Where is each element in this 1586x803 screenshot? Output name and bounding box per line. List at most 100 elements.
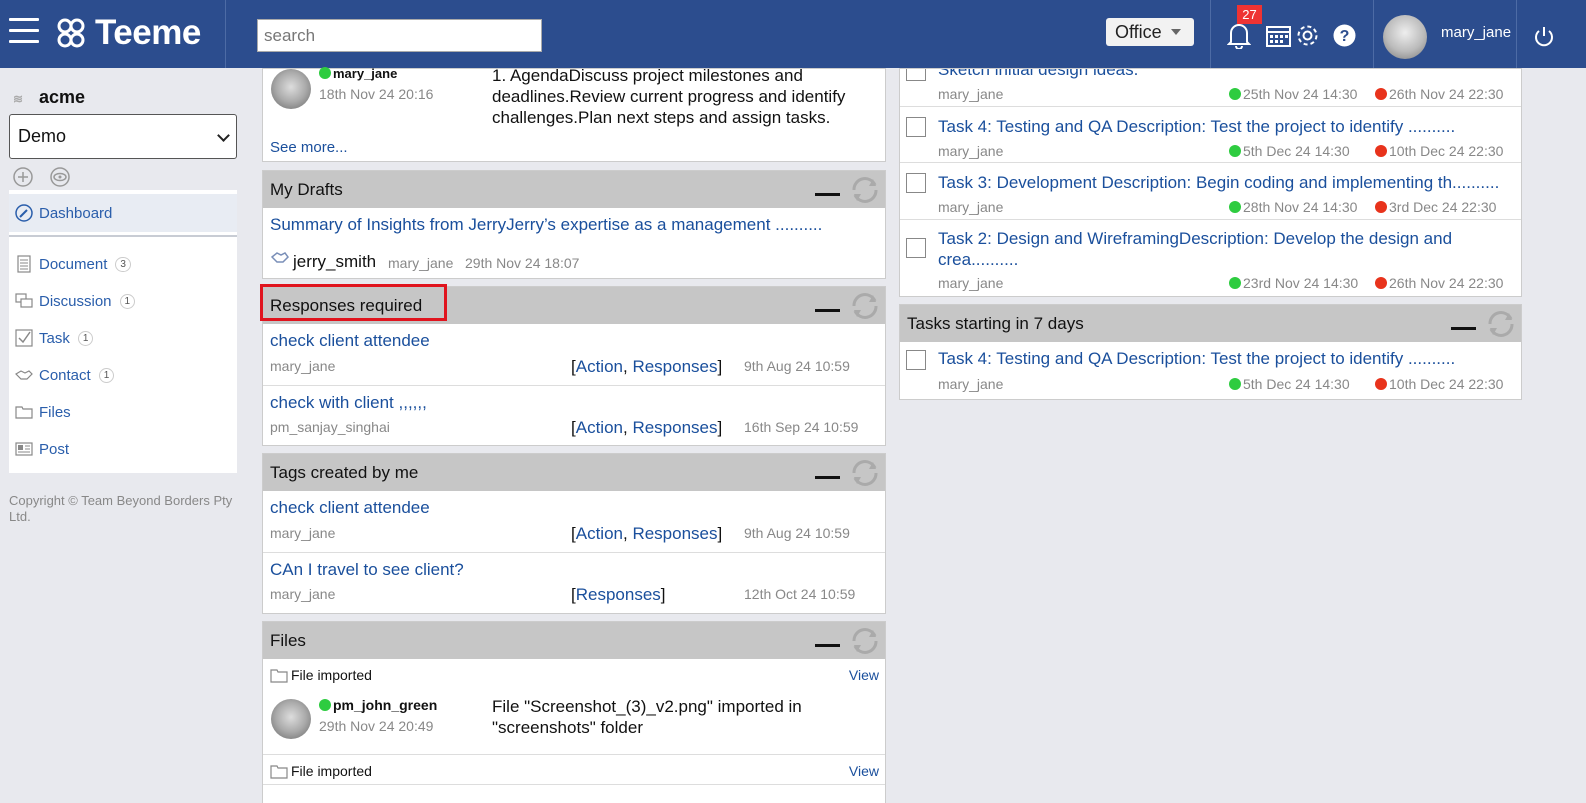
sidebar-item-dashboard[interactable]: Dashboard	[9, 194, 237, 232]
handshake-icon	[271, 252, 289, 263]
refresh-icon[interactable]	[849, 176, 881, 204]
item-user: mary_jane	[270, 358, 336, 374]
panel-header: Tags created by me	[263, 454, 885, 491]
item-user: pm_sanjay_singhai	[270, 419, 390, 435]
task-start: 23rd Nov 24 14:30	[1229, 275, 1358, 291]
author[interactable]: mary_jane	[319, 66, 397, 81]
user-avatar[interactable]	[1383, 15, 1427, 59]
username[interactable]: mary_jane	[1441, 24, 1511, 41]
minimize-icon[interactable]	[815, 644, 840, 647]
task-checkbox[interactable]	[906, 117, 926, 137]
refresh-icon[interactable]	[849, 627, 881, 655]
action-links: [Action, Responses]	[571, 357, 723, 376]
task-start-date: 28th Nov 24 14:30	[1243, 199, 1358, 215]
gear-icon[interactable]	[1295, 23, 1320, 48]
minimize-icon[interactable]	[815, 193, 840, 196]
help-icon[interactable]: ?	[1333, 24, 1356, 47]
sidebar-item-label: Discussion	[39, 292, 112, 310]
minimize-icon[interactable]	[1451, 327, 1476, 330]
task-title-link[interactable]: Task 2: Design and WireframingDescriptio…	[938, 228, 1498, 270]
item-title-link[interactable]: check with client ,,,,,,	[270, 393, 427, 413]
notification-badge: 27	[1237, 5, 1262, 24]
author-name: mary_jane	[333, 66, 398, 81]
view-link[interactable]: View	[849, 667, 879, 683]
power-icon[interactable]	[1533, 24, 1555, 48]
task-checkbox[interactable]	[906, 173, 926, 193]
item-title-link[interactable]: check client attendee	[270, 498, 430, 518]
responses-link[interactable]: Responses	[632, 357, 717, 376]
count-badge: 1	[98, 367, 115, 383]
task-user: mary_jane	[938, 86, 1004, 102]
panel-header: Files	[263, 622, 885, 659]
view-link[interactable]: View	[849, 763, 879, 779]
tasks-panel: Sketch initial design ideas. mary_jane 2…	[899, 68, 1522, 297]
online-status-icon	[319, 67, 331, 79]
sidebar-item-post[interactable]: Post	[15, 440, 69, 458]
task-start-date: 5th Dec 24 14:30	[1243, 376, 1350, 392]
task-checkbox[interactable]	[906, 350, 926, 370]
refresh-icon[interactable]	[1485, 310, 1517, 338]
files-panel: Files File imported View pm_john_green 2…	[262, 621, 886, 803]
action-link[interactable]: Action	[576, 418, 623, 437]
start-status-icon	[1229, 277, 1241, 289]
calendar-icon[interactable]	[1266, 24, 1291, 47]
draft-author: mary_jane	[388, 255, 454, 271]
brand-name: Teeme	[95, 13, 201, 52]
handshake-icon	[15, 370, 33, 380]
author[interactable]: pm_john_green	[319, 697, 437, 713]
responses-link[interactable]: Responses	[576, 585, 661, 604]
workspace-dropdown[interactable]: Office	[1106, 18, 1194, 46]
view-icon[interactable]	[50, 167, 70, 187]
minimize-icon[interactable]	[815, 309, 840, 312]
list-item: check client attendee mary_jane [Action,…	[263, 324, 885, 385]
responses-link[interactable]: Responses	[632, 418, 717, 437]
task-end-date: 3rd Dec 24 22:30	[1389, 199, 1497, 215]
see-more-link[interactable]: See more...	[270, 139, 348, 156]
task-row: Task 4: Testing and QA Description: Test…	[900, 106, 1521, 162]
task-end: 3rd Dec 24 22:30	[1375, 199, 1496, 215]
sidebar-item-task[interactable]: Task 1	[15, 329, 94, 347]
task-checkbox[interactable]	[906, 238, 926, 258]
sidebar-item-document[interactable]: Document 3	[15, 255, 131, 273]
highlight-box	[260, 284, 447, 321]
file-event-label: File imported	[291, 763, 372, 779]
my-drafts-panel: My Drafts Summary of Insights from Jerry…	[262, 170, 886, 279]
sidebar-item-contact[interactable]: Contact 1	[15, 366, 115, 384]
list-item: check with client ,,,,,, pm_sanjay_singh…	[263, 385, 885, 446]
space-select-value: Demo	[18, 126, 67, 146]
add-icon[interactable]	[13, 167, 33, 187]
task-title-link[interactable]: Task 4: Testing and QA Description: Test…	[938, 349, 1455, 369]
minimize-icon[interactable]	[815, 476, 840, 479]
item-title-link[interactable]: check client attendee	[270, 331, 430, 351]
post-date: 29th Nov 24 20:49	[319, 718, 434, 734]
draft-title-link[interactable]: Summary of Insights from JerryJerry’s ex…	[270, 215, 822, 235]
task-title-link[interactable]: Task 3: Development Description: Begin c…	[938, 173, 1499, 193]
task-title-link[interactable]: Task 4: Testing and QA Description: Test…	[938, 117, 1455, 137]
org-icon: ≋	[13, 91, 24, 106]
panel-title: My Drafts	[270, 180, 343, 199]
responses-link[interactable]: Responses	[632, 524, 717, 543]
contact-name[interactable]: jerry_smith	[293, 252, 376, 272]
sidebar-item-discussion[interactable]: Discussion 1	[15, 292, 136, 310]
search-input[interactable]	[257, 19, 542, 52]
task-user: mary_jane	[938, 376, 1004, 392]
action-link[interactable]: Action	[576, 357, 623, 376]
refresh-icon[interactable]	[849, 292, 881, 320]
brand-logo[interactable]: Teeme	[55, 13, 201, 53]
space-select[interactable]: Demo	[9, 114, 237, 159]
task-checkbox[interactable]	[906, 69, 926, 81]
action-link[interactable]: Action	[576, 524, 623, 543]
menu-icon[interactable]	[9, 18, 39, 46]
folder-icon	[270, 669, 288, 683]
user-avatar	[271, 699, 311, 739]
panel-header: My Drafts	[263, 171, 885, 208]
task-title-link[interactable]: Sketch initial design ideas.	[938, 69, 1138, 80]
task-end-date: 10th Dec 24 22:30	[1389, 143, 1504, 159]
sidebar-item-label: Document	[39, 255, 108, 273]
copyright: Copyright © Team Beyond Borders Pty Ltd.	[9, 493, 233, 524]
bell-icon[interactable]	[1227, 22, 1251, 49]
refresh-icon[interactable]	[849, 459, 881, 487]
sidebar-item-files[interactable]: Files	[15, 403, 71, 421]
item-title-link[interactable]: CAn I travel to see client?	[270, 560, 464, 580]
item-user: mary_jane	[270, 586, 336, 602]
